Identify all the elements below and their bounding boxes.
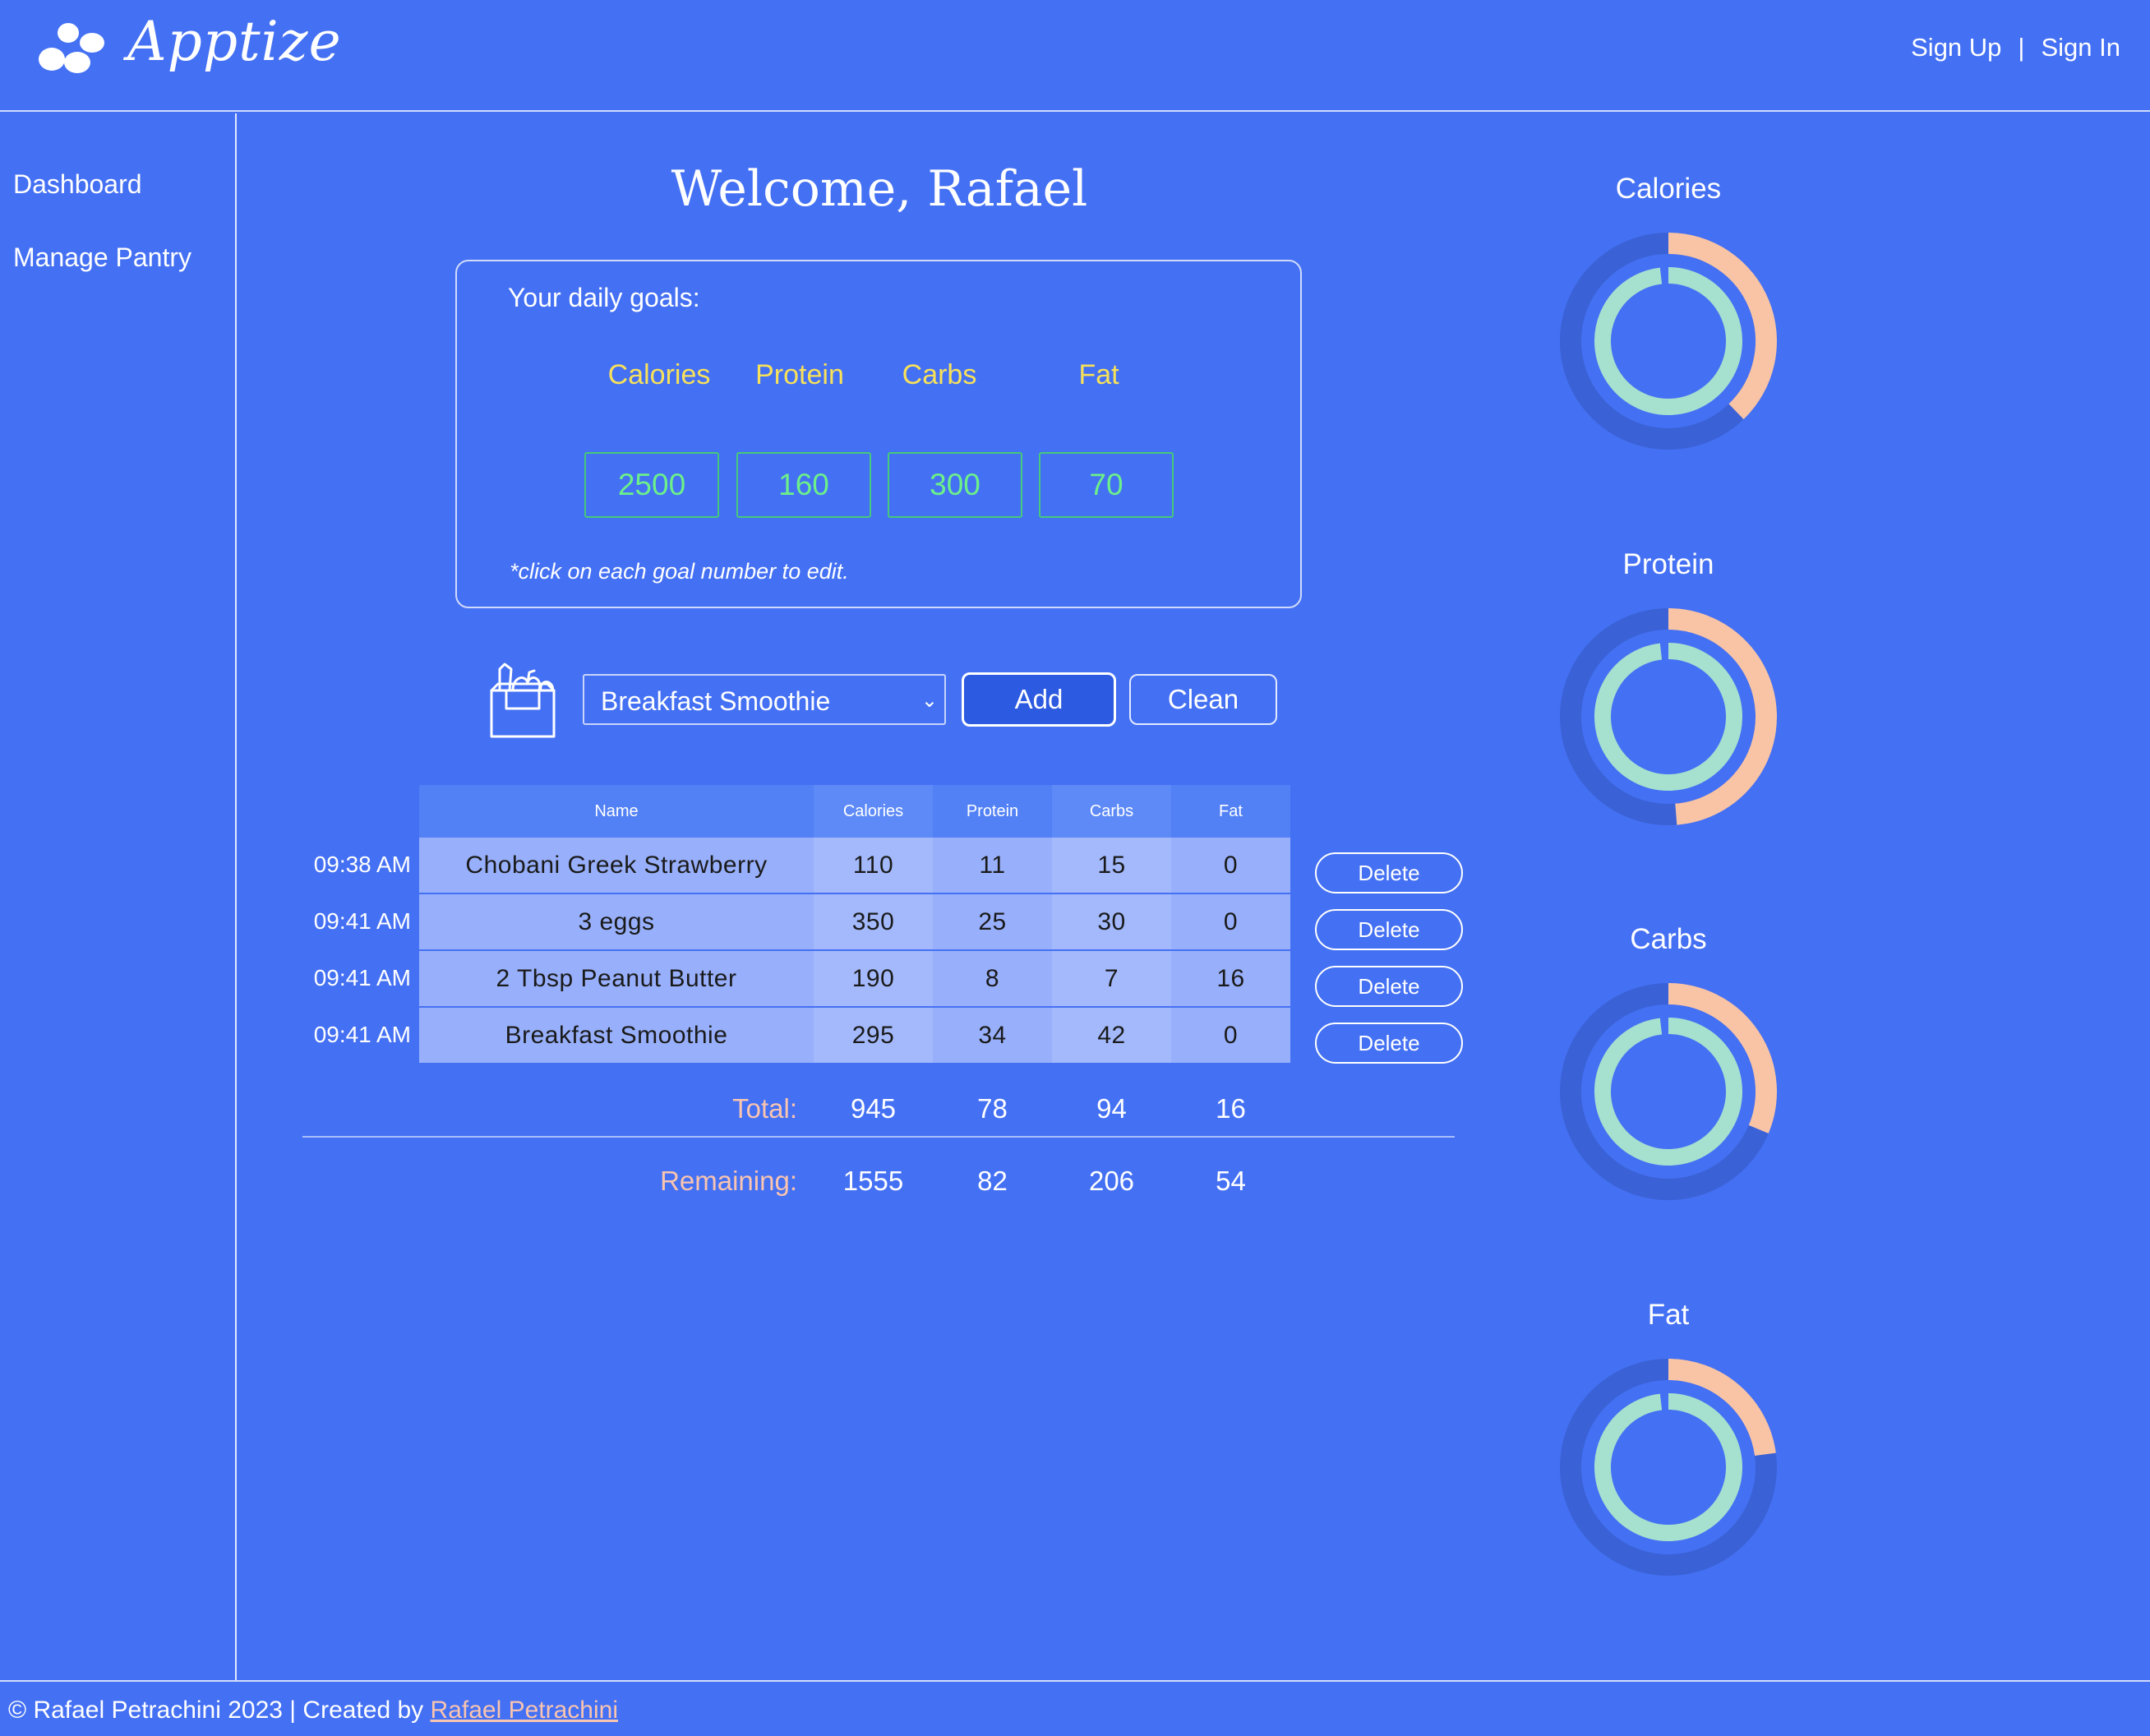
food-select-value: Breakfast Smoothie: [601, 686, 831, 716]
row-name: Breakfast Smoothie: [419, 1008, 814, 1064]
row-fat: 0: [1171, 894, 1290, 951]
row-carbs: 15: [1052, 838, 1171, 894]
sign-in-link[interactable]: Sign In: [2041, 33, 2120, 62]
ring-progress-arc: [1668, 983, 1777, 1133]
row-time: 09:41 AM: [313, 965, 411, 990]
add-button[interactable]: Add: [962, 672, 1116, 727]
footer-author-link[interactable]: Rafael Petrachini: [431, 1697, 618, 1724]
row-carbs: 7: [1052, 951, 1171, 1008]
delete-button[interactable]: Delete: [1315, 966, 1463, 1007]
sidebar-item-dashboard[interactable]: Dashboard: [13, 169, 142, 200]
sign-up-link[interactable]: Sign Up: [1911, 33, 2001, 62]
table-row: Breakfast Smoothie 295 34 42 0: [419, 1008, 1290, 1064]
col-header-protein: Protein: [933, 785, 1052, 838]
remaining-label: Remaining:: [660, 1166, 797, 1196]
ring-inner-arc: [1594, 1393, 1742, 1541]
page-title: Welcome, Rafael: [671, 160, 1088, 218]
protein-ring-chart: [1560, 608, 1777, 825]
goals-title: Your daily goals:: [508, 283, 700, 312]
sidebar-item-manage-pantry[interactable]: Manage Pantry: [13, 242, 191, 273]
row-time: 09:41 AM: [313, 1022, 411, 1047]
total-label: Total:: [732, 1093, 797, 1124]
goal-header-protein: Protein: [755, 359, 844, 390]
food-select[interactable]: Breakfast Smoothie ⌄: [583, 674, 946, 725]
row-protein: 8: [933, 951, 1052, 1008]
row-calories: 295: [814, 1008, 933, 1064]
carbs-ring-chart: [1560, 983, 1777, 1200]
ring-inner-arc: [1594, 643, 1742, 791]
total-calories: 945: [850, 1093, 897, 1124]
ring-inner-arc: [1594, 267, 1742, 415]
row-time: 09:41 AM: [313, 908, 411, 934]
totals-divider: [302, 1136, 1455, 1138]
col-header-carbs: Carbs: [1052, 785, 1171, 838]
goal-fat-value[interactable]: 70: [1039, 452, 1174, 518]
delete-button[interactable]: Delete: [1315, 909, 1463, 950]
goal-header-carbs: Carbs: [902, 359, 977, 390]
ring-title-calories: Calories: [1615, 173, 1722, 205]
col-header-fat: Fat: [1171, 785, 1290, 838]
ring-title-carbs: Carbs: [1630, 923, 1707, 955]
footer: © Rafael Petrachini 2023 | Created by Ra…: [8, 1697, 618, 1724]
clean-button[interactable]: Clean: [1129, 674, 1277, 725]
row-calories: 190: [814, 951, 933, 1008]
auth-links: Sign Up | Sign In: [1911, 33, 2120, 62]
row-protein: 34: [933, 1008, 1052, 1064]
fat-ring-chart: [1560, 1359, 1777, 1576]
goal-calories-value[interactable]: 2500: [584, 452, 719, 518]
calories-ring-chart: [1560, 233, 1777, 450]
row-name: Chobani Greek Strawberry: [419, 838, 814, 894]
total-carbs: 94: [1096, 1093, 1127, 1124]
row-name: 2 Tbsp Peanut Butter: [419, 951, 814, 1008]
table-header-row: Name Calories Protein Carbs Fat: [419, 785, 1290, 838]
row-carbs: 42: [1052, 1008, 1171, 1064]
goal-header-fat: Fat: [1078, 359, 1119, 390]
remaining-calories: 1555: [842, 1166, 904, 1196]
ring-title-protein: Protein: [1622, 548, 1714, 580]
grocery-bag-icon: [490, 663, 556, 738]
auth-separator: |: [2018, 33, 2025, 62]
delete-button[interactable]: Delete: [1315, 852, 1463, 893]
goal-protein-value[interactable]: 160: [736, 452, 871, 518]
total-protein: 78: [977, 1093, 1008, 1124]
row-protein: 25: [933, 894, 1052, 951]
ring-inner-arc: [1594, 1018, 1742, 1166]
col-header-calories: Calories: [814, 785, 933, 838]
paw-logo-icon[interactable]: [38, 21, 108, 76]
row-fat: 0: [1171, 838, 1290, 894]
row-calories: 350: [814, 894, 933, 951]
row-fat: 16: [1171, 951, 1290, 1008]
goals-edit-note: *click on each goal number to edit.: [510, 559, 849, 584]
row-carbs: 30: [1052, 894, 1171, 951]
brand-name[interactable]: Apptize: [127, 10, 342, 73]
footer-text: © Rafael Petrachini 2023 | Created by: [8, 1697, 424, 1724]
goal-header-calories: Calories: [607, 359, 711, 390]
table-row: 3 eggs 350 25 30 0: [419, 894, 1290, 951]
goal-carbs-value[interactable]: 300: [888, 452, 1022, 518]
row-protein: 11: [933, 838, 1052, 894]
col-header-name: Name: [419, 785, 814, 838]
remaining-protein: 82: [977, 1166, 1008, 1196]
row-name: 3 eggs: [419, 894, 814, 951]
total-fat: 16: [1216, 1093, 1246, 1124]
footer-divider: [0, 1680, 2150, 1682]
remaining-carbs: 206: [1088, 1166, 1135, 1196]
delete-button[interactable]: Delete: [1315, 1023, 1463, 1064]
row-calories: 110: [814, 838, 933, 894]
row-time: 09:38 AM: [313, 852, 411, 877]
chevron-down-icon: ⌄: [920, 690, 938, 712]
table-row: 2 Tbsp Peanut Butter 190 8 7 16: [419, 951, 1290, 1008]
remaining-fat: 54: [1216, 1166, 1246, 1196]
ring-title-fat: Fat: [1647, 1299, 1690, 1331]
meal-table: Name Calories Protein Carbs Fat Chobani …: [419, 785, 1290, 1064]
row-fat: 0: [1171, 1008, 1290, 1064]
table-row: Chobani Greek Strawberry 110 11 15 0: [419, 838, 1290, 894]
sidebar: Dashboard Manage Pantry: [0, 113, 237, 1680]
